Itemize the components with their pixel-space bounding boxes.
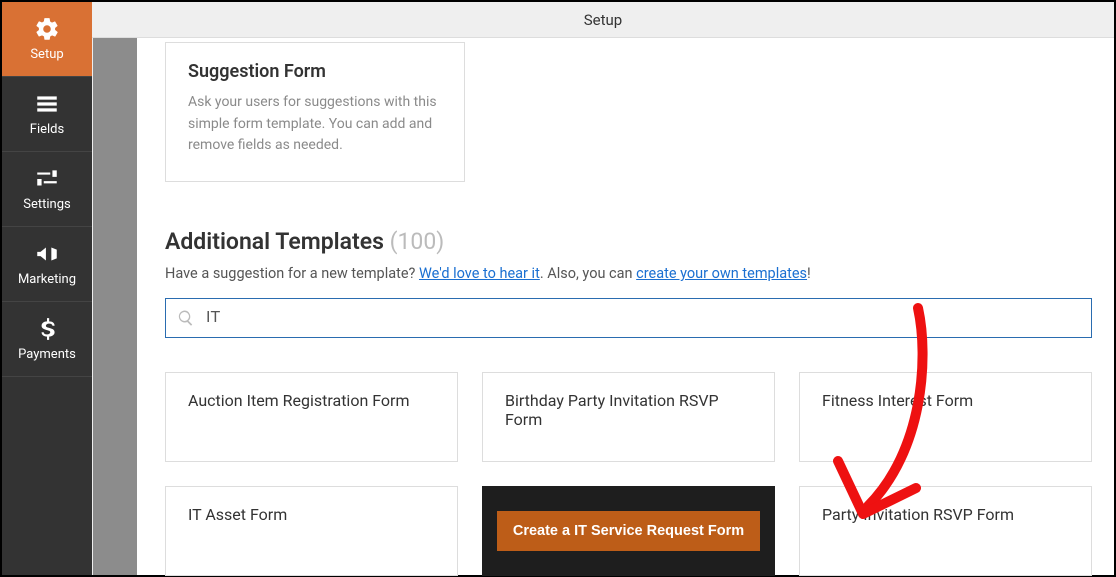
topbar: Setup (92, 2, 1114, 38)
sliders-icon (34, 166, 60, 192)
sidebar-item-label: Settings (23, 197, 70, 212)
sidebar-item-payments[interactable]: Payments (2, 302, 92, 377)
sidebar-item-setup[interactable]: Setup (2, 2, 92, 77)
sidebar-item-label: Marketing (18, 272, 76, 287)
template-label: Party Invitation RSVP Form (822, 505, 1014, 524)
template-label: Auction Item Registration Form (188, 391, 410, 410)
dollar-icon (34, 316, 60, 342)
template-card-it-asset[interactable]: IT Asset Form (165, 486, 458, 576)
sidebar-item-label: Setup (30, 47, 63, 62)
section-title: Additional Templates (100) (165, 228, 1092, 255)
subtext-part: Have a suggestion for a new template? (165, 265, 419, 282)
section-title-text: Additional Templates (165, 228, 384, 255)
template-count: (100) (390, 228, 445, 255)
template-label: Birthday Party Invitation RSVP Form (505, 391, 752, 429)
sidebar: Setup Fields Settings Marketing Payments (2, 2, 92, 575)
card-desc: Ask your users for suggestions with this… (188, 92, 442, 157)
sidebar-item-label: Fields (30, 122, 64, 137)
template-label: Fitness Interest Form (822, 391, 973, 410)
sidebar-item-marketing[interactable]: Marketing (2, 227, 92, 302)
subtext-part: . Also, you can (540, 265, 636, 282)
create-it-service-button[interactable]: Create a IT Service Request Form (497, 511, 760, 551)
template-card-it-service[interactable]: Create a IT Service Request Form (482, 486, 775, 576)
list-icon (34, 91, 60, 117)
search-icon (177, 309, 195, 327)
section-subtext: Have a suggestion for a new template? We… (165, 265, 1092, 282)
template-card-party[interactable]: Party Invitation RSVP Form (799, 486, 1092, 576)
template-card-auction[interactable]: Auction Item Registration Form (165, 372, 458, 462)
sidebar-item-settings[interactable]: Settings (2, 152, 92, 227)
sidebar-item-fields[interactable]: Fields (2, 77, 92, 152)
content: Suggestion Form Ask your users for sugge… (92, 38, 1114, 575)
gear-icon (34, 16, 60, 42)
template-card-birthday[interactable]: Birthday Party Invitation RSVP Form (482, 372, 775, 462)
bullhorn-icon (34, 241, 60, 267)
search-input[interactable] (165, 298, 1092, 338)
gray-gutter (93, 38, 137, 575)
page: Setup Suggestion Form Ask your users for… (92, 2, 1114, 575)
create-own-link[interactable]: create your own templates (636, 265, 807, 282)
sidebar-item-label: Payments (18, 347, 76, 362)
template-label: IT Asset Form (188, 505, 287, 524)
search-row (165, 298, 1092, 338)
template-card-fitness[interactable]: Fitness Interest Form (799, 372, 1092, 462)
feedback-link[interactable]: We'd love to hear it (419, 265, 540, 282)
subtext-part: ! (807, 265, 811, 282)
page-title: Setup (584, 11, 622, 29)
template-grid: Auction Item Registration Form Birthday … (165, 372, 1092, 576)
suggestion-form-card[interactable]: Suggestion Form Ask your users for sugge… (165, 42, 465, 182)
card-title: Suggestion Form (188, 61, 442, 82)
